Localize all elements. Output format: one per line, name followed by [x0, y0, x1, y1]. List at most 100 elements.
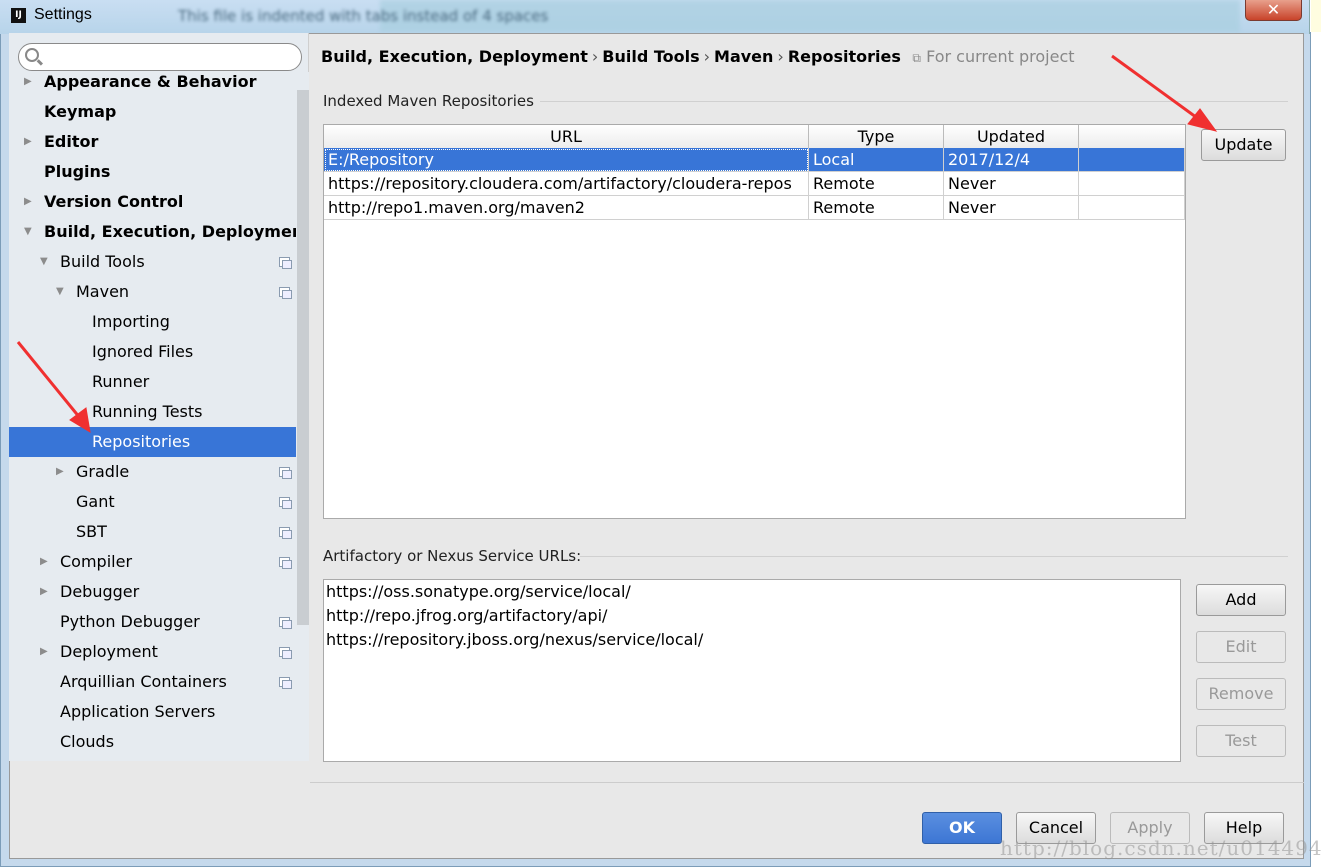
services-section-title: Artifactory or Nexus Service URLs: [323, 547, 582, 565]
sidebar-item-plugins[interactable]: Plugins [9, 157, 296, 187]
project-scope-icon [279, 647, 292, 659]
column-header-updated[interactable]: Updated [944, 125, 1079, 149]
sidebar-item-debugger[interactable]: ▶ Debugger [9, 577, 296, 607]
chevron-down-icon[interactable]: ▼ [56, 277, 64, 307]
sidebar-item-importing[interactable]: Importing [9, 307, 296, 337]
project-scope-icon [279, 557, 292, 569]
cell-updated[interactable]: Never [944, 172, 1079, 196]
search-input[interactable] [18, 43, 302, 71]
sidebar-item-label: Runner [92, 372, 150, 391]
list-item[interactable]: https://oss.sonatype.org/service/local/ [326, 580, 631, 604]
sidebar-item-label: Gradle [76, 462, 130, 481]
sidebar-item-label: Debugger [60, 582, 140, 601]
settings-tree: ▶ Appearance & Behavior Keymap ▶ Editor Plugi… [9, 72, 296, 761]
sidebar-item-sbt[interactable]: SBT [9, 517, 296, 547]
chevron-right-icon[interactable]: ▶ [40, 757, 48, 761]
indexed-repos-table: URL Type Updated E:/Repository Local 2017/… [323, 124, 1186, 519]
column-header-url[interactable]: URL [324, 125, 809, 149]
divider [540, 101, 1288, 102]
sidebar-item-python-debugger[interactable]: Python Debugger [9, 607, 296, 637]
sidebar-item-maven[interactable]: ▼ Maven [9, 277, 296, 307]
sidebar-item-build-execution-deployment[interactable]: ▼ Build, Execution, Deployment [9, 217, 296, 247]
sidebar-item-label: Gant [76, 492, 115, 511]
search-icon [25, 48, 39, 62]
sidebar-item-application-servers[interactable]: Application Servers [9, 697, 296, 727]
list-item[interactable]: https://repository.jboss.org/nexus/servi… [326, 628, 703, 652]
close-button[interactable]: ✕ [1245, 0, 1302, 21]
app-icon: IJ [11, 8, 26, 23]
edit-button[interactable]: Edit [1196, 631, 1286, 663]
sidebar-item-console[interactable]: ▶ Console [9, 757, 296, 761]
title-bar: This file is indented with tabs instead … [0, 0, 1310, 34]
cell-type[interactable]: Local [809, 148, 944, 172]
sidebar-item-runner[interactable]: Runner [9, 367, 296, 397]
cell-url[interactable]: E:/Repository [324, 148, 809, 172]
cell-url[interactable]: http://repo1.maven.org/maven2 [324, 196, 809, 220]
update-button[interactable]: Update [1201, 129, 1286, 161]
sidebar-item-label: Keymap [44, 102, 117, 121]
sidebar-item-deployment[interactable]: ▶ Deployment [9, 637, 296, 667]
column-header-type[interactable]: Type [809, 125, 944, 149]
project-scope-icon [279, 257, 292, 269]
service-urls-list[interactable]: https://oss.sonatype.org/service/local/ … [323, 579, 1181, 762]
scrollbar-thumb[interactable] [297, 90, 309, 625]
sidebar-item-label: Running Tests [92, 402, 203, 421]
breadcrumb-item: Maven [714, 47, 774, 66]
cell-updated[interactable]: 2017/12/4 [944, 148, 1079, 172]
project-scope-icon [279, 497, 292, 509]
sidebar-item-arquillian-containers[interactable]: Arquillian Containers [9, 667, 296, 697]
add-button[interactable]: Add [1196, 584, 1286, 616]
close-icon: ✕ [1266, 0, 1281, 19]
chevron-right-icon[interactable]: ▶ [56, 457, 64, 487]
cell-extra[interactable] [1079, 172, 1185, 196]
chevron-down-icon[interactable]: ▼ [40, 247, 48, 277]
chevron-down-icon[interactable]: ▼ [24, 217, 32, 247]
test-button[interactable]: Test [1196, 725, 1286, 757]
cell-type[interactable]: Remote [809, 172, 944, 196]
cell-updated[interactable]: Never [944, 196, 1079, 220]
chevron-right-icon[interactable]: ▶ [40, 547, 48, 577]
breadcrumb: Build, Execution, Deployment › Build Tools… [321, 47, 1075, 66]
sidebar-item-label: Clouds [60, 732, 115, 751]
cell-url[interactable]: https://repository.cloudera.com/artifact… [324, 172, 809, 196]
sidebar-item-running-tests[interactable]: Running Tests [9, 397, 296, 427]
cell-type[interactable]: Remote [809, 196, 944, 220]
sidebar-item-keymap[interactable]: Keymap [9, 97, 296, 127]
column-header-extra [1079, 125, 1185, 149]
sidebar-item-compiler[interactable]: ▶ Compiler [9, 547, 296, 577]
watermark: http://blog.csdn.net/u014494857 [1000, 836, 1321, 860]
sidebar-item-repositories[interactable]: Repositories [9, 427, 296, 457]
blurred-text: This file is indented with tabs instead … [178, 7, 549, 25]
sidebar-item-label: Python Debugger [60, 612, 200, 631]
sidebar-item-label: Build Tools [60, 252, 145, 271]
cell-extra[interactable] [1079, 148, 1185, 172]
chevron-right-icon[interactable]: ▶ [40, 637, 48, 667]
sidebar-item-label: Plugins [44, 162, 111, 181]
window-title: Settings [34, 6, 92, 23]
sidebar-item-label: Editor [44, 132, 99, 151]
sidebar-item-build-tools[interactable]: ▼ Build Tools [9, 247, 296, 277]
remove-button[interactable]: Remove [1196, 678, 1286, 710]
ok-button[interactable]: OK [922, 812, 1002, 844]
cell-extra[interactable] [1079, 196, 1185, 220]
scope-label: For current project [926, 47, 1075, 66]
sidebar-item-clouds[interactable]: Clouds [9, 727, 296, 757]
sidebar-item-version-control[interactable]: ▶ Version Control [9, 187, 296, 217]
sidebar-item-label: Ignored Files [92, 342, 194, 361]
sidebar-item-label: Repositories [92, 432, 191, 451]
chevron-right-icon[interactable]: ▶ [24, 127, 32, 157]
chevron-right-icon[interactable]: ▶ [24, 187, 32, 217]
list-item[interactable]: http://repo.jfrog.org/artifactory/api/ [326, 604, 607, 628]
sidebar-item-gradle[interactable]: ▶ Gradle [9, 457, 296, 487]
breadcrumb-item: Build, Execution, Deployment [321, 47, 588, 66]
chevron-right-icon[interactable]: ▶ [24, 72, 32, 97]
breadcrumb-item: Build Tools [602, 47, 700, 66]
sidebar-item-editor[interactable]: ▶ Editor [9, 127, 296, 157]
sidebar-item-gant[interactable]: Gant [9, 487, 296, 517]
sidebar-item-ignored-files[interactable]: Ignored Files [9, 337, 296, 367]
project-scope-icon [279, 527, 292, 539]
sidebar-item-appearance-behavior[interactable]: ▶ Appearance & Behavior [9, 72, 296, 97]
sidebar-item-label: Compiler [60, 552, 133, 571]
chevron-right-icon[interactable]: ▶ [40, 577, 48, 607]
sidebar-item-label: Maven [76, 282, 130, 301]
